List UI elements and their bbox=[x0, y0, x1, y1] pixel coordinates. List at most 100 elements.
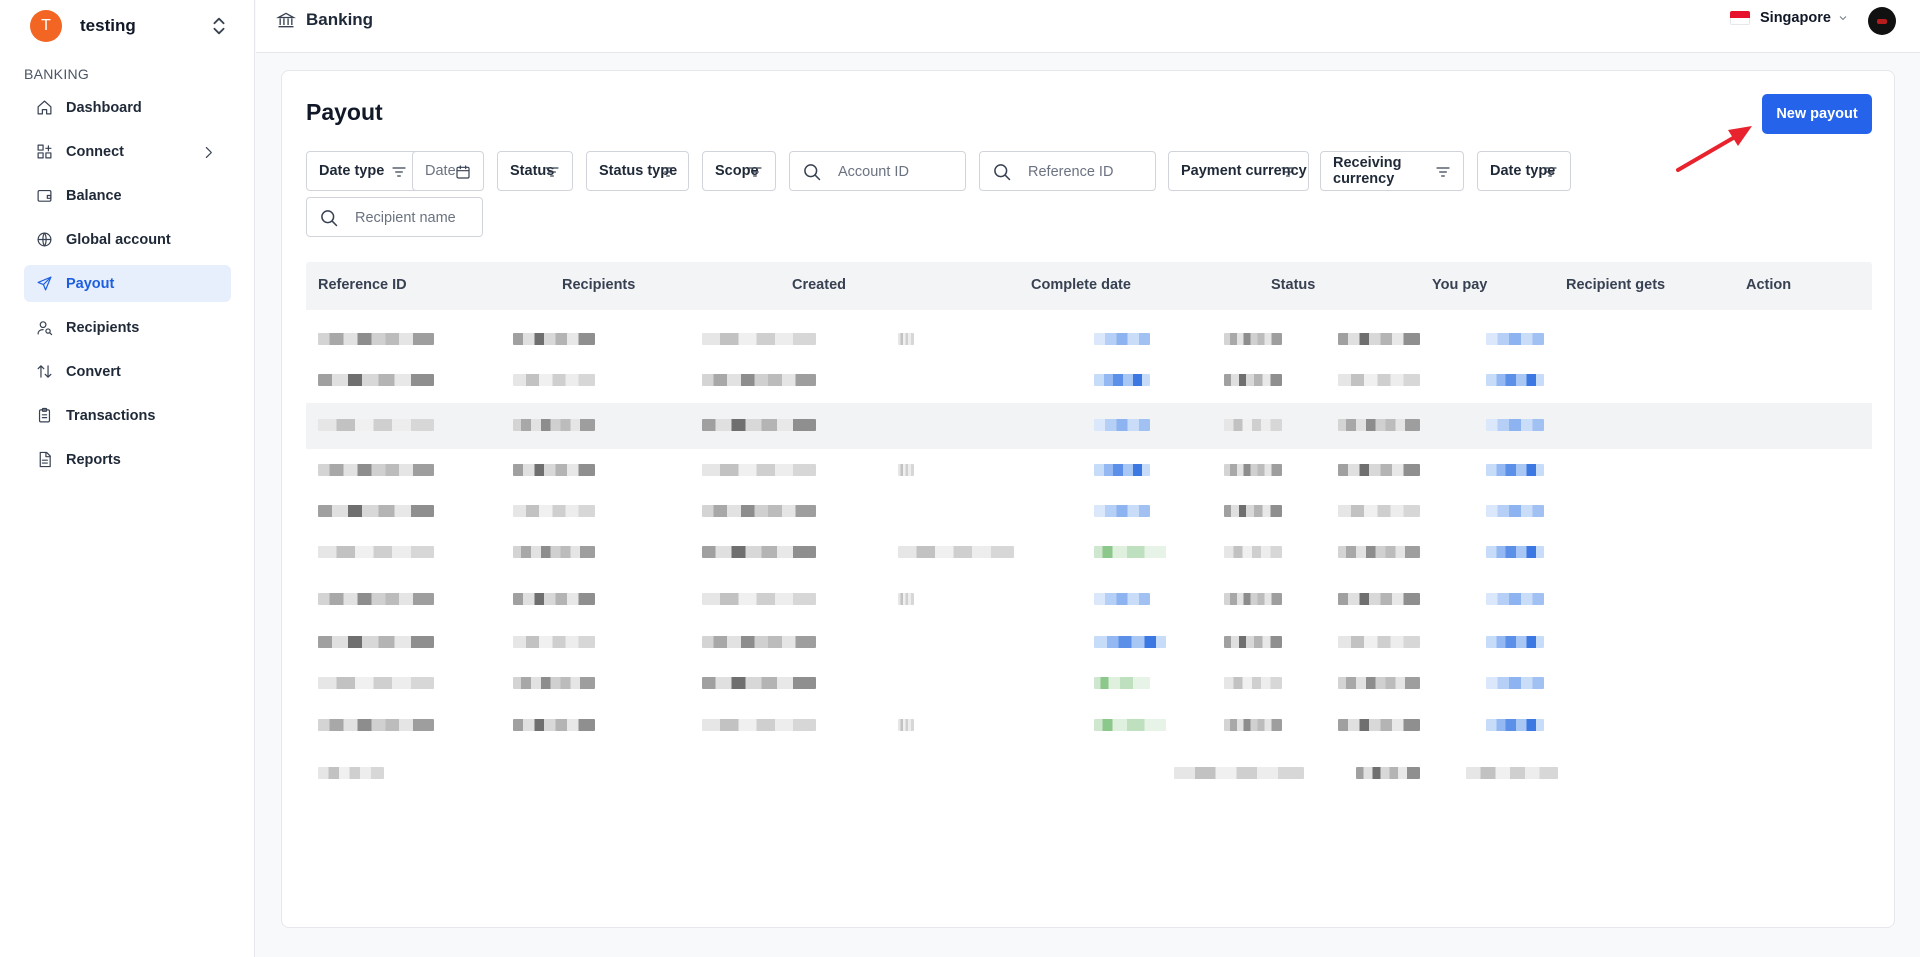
table-row[interactable] bbox=[306, 448, 1872, 494]
sidebar-item-payout[interactable]: Payout bbox=[24, 265, 231, 302]
breadcrumb-label: Banking bbox=[306, 10, 374, 29]
redacted-cell bbox=[1224, 505, 1282, 517]
redacted-cell bbox=[1094, 505, 1150, 517]
filter-icon bbox=[392, 167, 406, 177]
table-row[interactable] bbox=[306, 620, 1872, 666]
account-id-search[interactable] bbox=[789, 151, 966, 191]
redacted-cell bbox=[513, 464, 595, 476]
redacted-cell bbox=[898, 333, 914, 345]
redacted-cell bbox=[318, 636, 434, 648]
redacted-cell bbox=[318, 374, 434, 386]
table-row[interactable] bbox=[306, 661, 1872, 707]
section-label: BANKING bbox=[24, 66, 90, 82]
filter-status[interactable]: Status bbox=[497, 151, 573, 191]
chevron-right-icon[interactable] bbox=[200, 144, 217, 161]
column-header: Complete date bbox=[1031, 277, 1131, 293]
sidebar-item-reports[interactable]: Reports bbox=[24, 441, 231, 478]
redacted-cell bbox=[1094, 419, 1150, 431]
redacted-cell bbox=[1224, 464, 1282, 476]
redacted-cell bbox=[1338, 419, 1420, 431]
sidebar-item-balance[interactable]: Balance bbox=[24, 177, 231, 214]
redacted-cell bbox=[1094, 719, 1166, 731]
filter-status-type[interactable]: Status type bbox=[586, 151, 689, 191]
redacted-cell bbox=[898, 546, 1014, 558]
sidebar-item-transactions[interactable]: Transactions bbox=[24, 397, 231, 434]
redacted-cell bbox=[318, 767, 384, 779]
redacted-cell bbox=[702, 374, 816, 386]
table-row[interactable] bbox=[306, 577, 1872, 623]
redacted-cell bbox=[702, 419, 816, 431]
org-switcher[interactable]: T testing bbox=[30, 10, 230, 42]
table-row[interactable] bbox=[306, 317, 1872, 363]
region-selector[interactable]: Singapore bbox=[1730, 10, 1849, 26]
filter-icon bbox=[748, 167, 762, 177]
sidebar-nav: Dashboard Connect Balance Global account… bbox=[24, 89, 231, 485]
redacted-cell bbox=[513, 593, 595, 605]
chevron-down-icon bbox=[1839, 16, 1847, 21]
redacted-cell bbox=[1486, 546, 1544, 558]
sidebar-item-connect[interactable]: Connect bbox=[24, 133, 231, 170]
redacted-cell bbox=[513, 719, 595, 731]
globe-icon bbox=[37, 232, 52, 247]
table-row[interactable] bbox=[306, 489, 1872, 535]
redacted-cell bbox=[702, 333, 816, 345]
table-row[interactable] bbox=[306, 530, 1872, 576]
org-name: testing bbox=[80, 16, 136, 35]
redacted-cell bbox=[1486, 333, 1544, 345]
filter-receiving-currency[interactable]: Receiving currency bbox=[1320, 151, 1464, 191]
redacted-cell bbox=[1338, 333, 1420, 345]
redacted-cell bbox=[1094, 464, 1150, 476]
redacted-cell bbox=[1094, 636, 1166, 648]
redacted-cell bbox=[1224, 593, 1282, 605]
filter-label: Date bbox=[425, 163, 456, 179]
sidebar-item-label: Convert bbox=[66, 363, 121, 380]
filter-icon bbox=[1436, 167, 1450, 177]
redacted-cell bbox=[513, 505, 595, 517]
sidebar-item-dashboard[interactable]: Dashboard bbox=[24, 89, 231, 126]
calendar-icon bbox=[456, 165, 470, 179]
reference-id-input[interactable] bbox=[1028, 160, 1145, 184]
recipient-name-search[interactable] bbox=[306, 197, 483, 237]
avatar[interactable] bbox=[1868, 7, 1896, 35]
home-icon bbox=[37, 100, 52, 115]
filter-date[interactable]: Date bbox=[412, 151, 484, 191]
redacted-cell bbox=[1224, 677, 1282, 689]
redacted-cell bbox=[1486, 505, 1544, 517]
table-row[interactable] bbox=[306, 703, 1872, 749]
recipient-name-input[interactable] bbox=[355, 206, 472, 230]
sidebar-item-label: Global account bbox=[66, 231, 171, 248]
table-row[interactable] bbox=[306, 358, 1872, 404]
sidebar-item-label: Dashboard bbox=[66, 99, 142, 116]
redacted-cell bbox=[1224, 333, 1282, 345]
sidebar-item-global-account[interactable]: Global account bbox=[24, 221, 231, 258]
redacted-cell bbox=[1094, 374, 1150, 386]
filter-scope[interactable]: Scope bbox=[702, 151, 776, 191]
chevron-up-down-icon[interactable] bbox=[208, 14, 230, 38]
table-row[interactable] bbox=[306, 403, 1872, 449]
new-payout-button[interactable]: New payout bbox=[1762, 94, 1872, 134]
user-search-icon bbox=[37, 321, 53, 336]
sidebar-item-recipients[interactable]: Recipients bbox=[24, 309, 231, 346]
column-header: Status bbox=[1271, 277, 1316, 293]
filter-payment-currency[interactable]: Payment currency bbox=[1168, 151, 1309, 191]
redacted-cell bbox=[1486, 374, 1544, 386]
filter-date-type[interactable]: Date type bbox=[306, 151, 420, 191]
table-row[interactable] bbox=[306, 751, 1872, 797]
sidebar: T testing BANKING Dashboard Connect Bala… bbox=[0, 0, 255, 957]
redacted-cell bbox=[1338, 374, 1420, 386]
filter-date-type-2[interactable]: Date type bbox=[1477, 151, 1571, 191]
sidebar-item-convert[interactable]: Convert bbox=[24, 353, 231, 390]
account-id-input[interactable] bbox=[838, 160, 955, 184]
redacted-cell bbox=[1094, 546, 1166, 558]
clipboard-icon bbox=[38, 407, 51, 423]
redacted-cell bbox=[898, 719, 914, 731]
redacted-cell bbox=[513, 636, 595, 648]
redacted-cell bbox=[1224, 419, 1282, 431]
redacted-cell bbox=[1224, 374, 1282, 386]
redacted-cell bbox=[702, 505, 816, 517]
reference-id-search[interactable] bbox=[979, 151, 1156, 191]
swap-icon bbox=[37, 365, 52, 378]
redacted-cell bbox=[898, 593, 914, 605]
redacted-cell bbox=[702, 636, 816, 648]
redacted-cell bbox=[318, 464, 434, 476]
